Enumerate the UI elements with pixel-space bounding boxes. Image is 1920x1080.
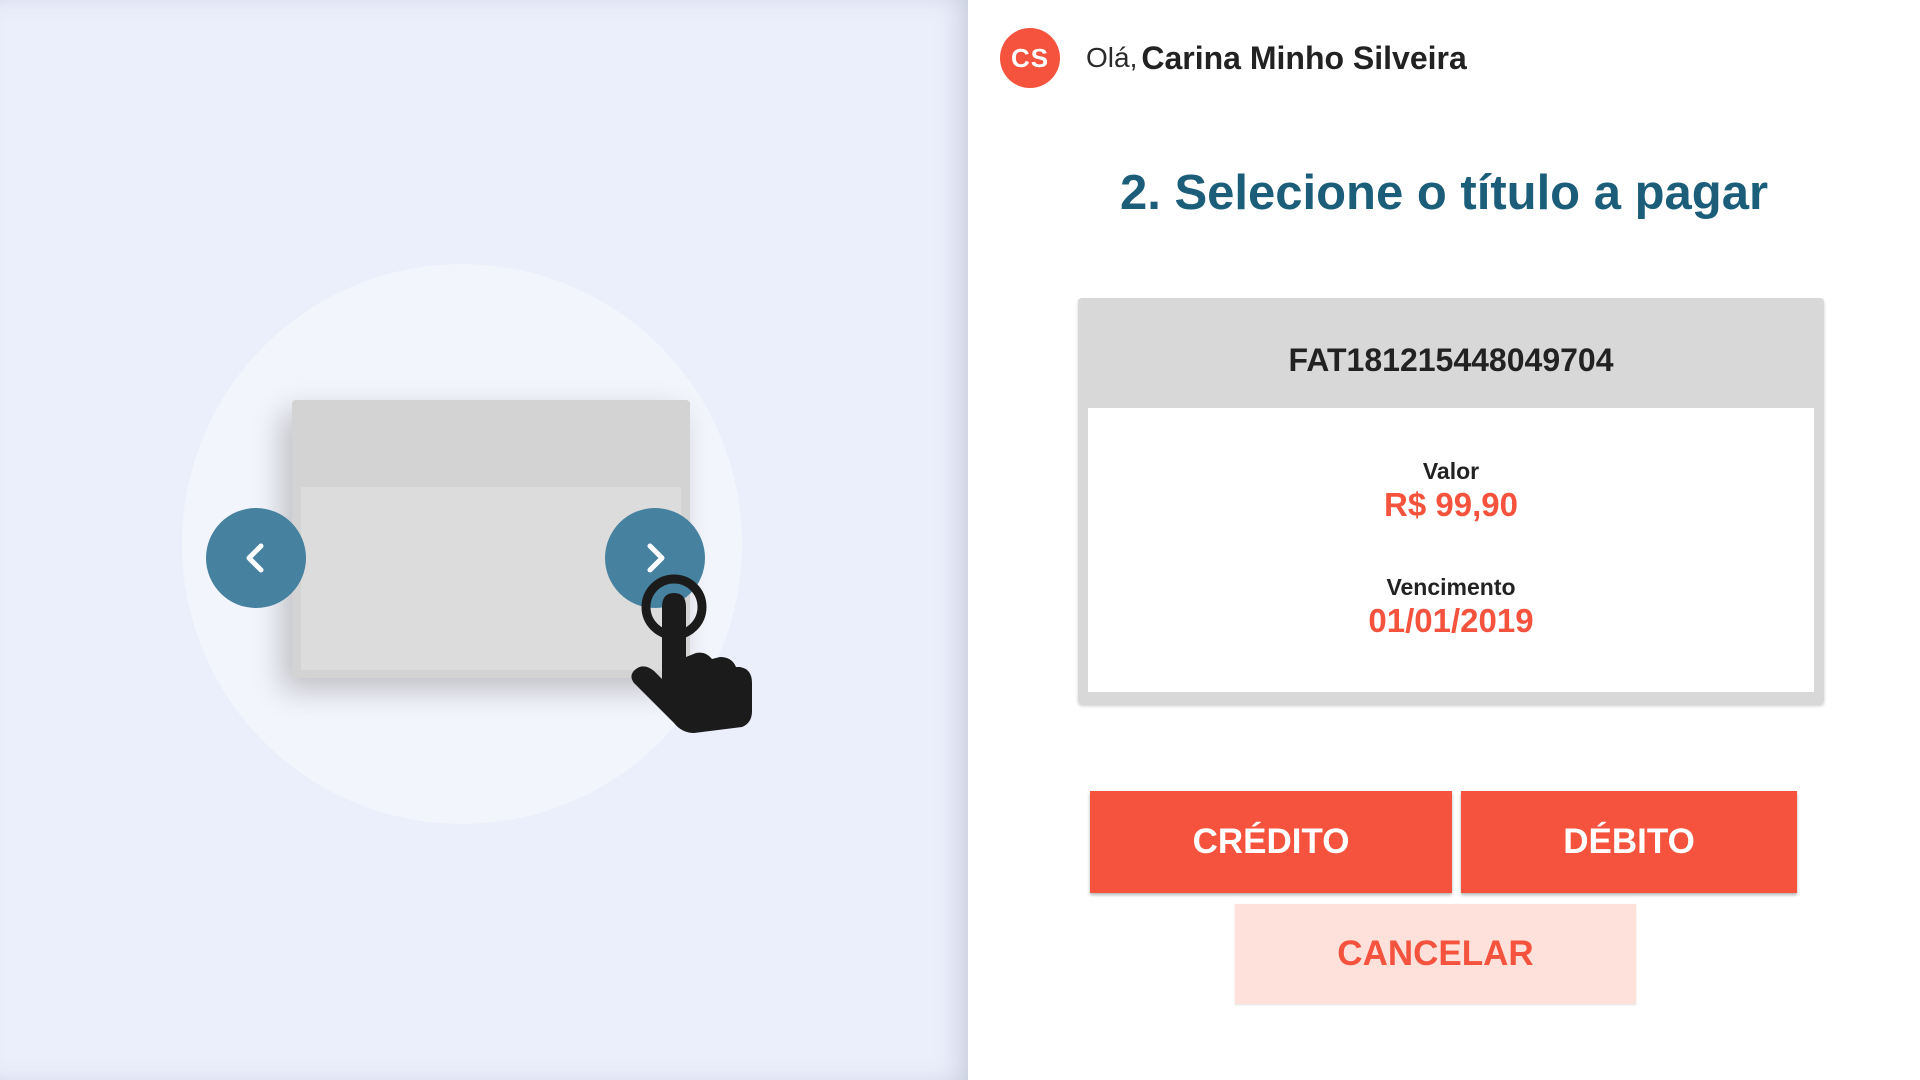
page-title: 2. Selecione o título a pagar [1119, 166, 1769, 220]
avatar: CS [1000, 28, 1060, 88]
illustration-panel [0, 0, 968, 1080]
debit-button[interactable]: DÉBITO [1461, 791, 1797, 893]
greeting-text: Olá, [1086, 42, 1138, 73]
user-header: CS Olá, Carina Minho Silveira [1000, 28, 1467, 88]
tap-hand-icon [631, 574, 752, 733]
due-date-value: 01/01/2019 [1368, 602, 1534, 639]
user-name: Carina Minho Silveira [1141, 39, 1467, 76]
amount-label: Valor [1422, 458, 1480, 484]
credit-button[interactable]: CRÉDITO [1090, 791, 1452, 893]
invoice-details: Valor R$ 99,90 Vencimento 01/01/2019 [1088, 408, 1814, 692]
cancel-button[interactable]: CANCELAR [1235, 904, 1636, 1004]
amount-value: R$ 99,90 [1384, 486, 1518, 523]
payment-panel: CS Olá, Carina Minho Silveira 2. Selecio… [968, 0, 1920, 1080]
previous-button[interactable] [206, 508, 306, 608]
invoice-card[interactable]: FAT181215448049704 Valor R$ 99,90 Vencim… [1078, 298, 1824, 704]
due-date-label: Vencimento [1386, 574, 1516, 600]
invoice-id: FAT181215448049704 [1288, 342, 1614, 378]
chevron-left-icon [246, 543, 264, 573]
